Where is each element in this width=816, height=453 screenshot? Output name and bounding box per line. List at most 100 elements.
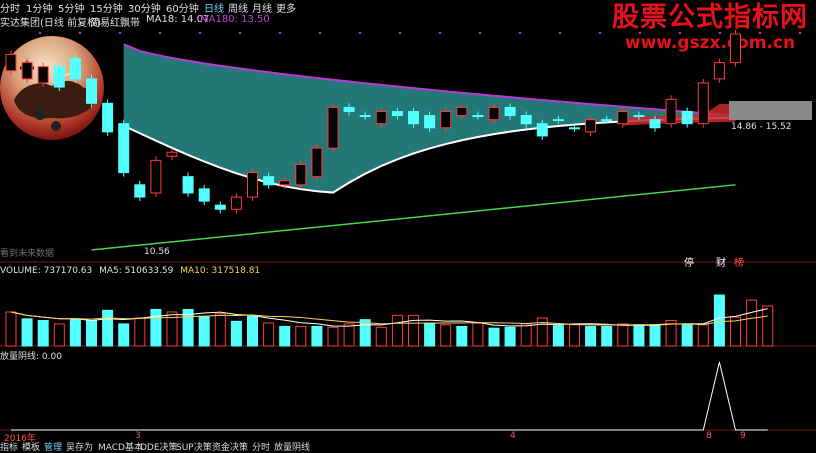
grid-dot: [438, 31, 442, 35]
volume-bar: [520, 323, 532, 347]
volume-bar: [713, 294, 725, 347]
grid-dot: [278, 31, 282, 35]
volume-bar: [279, 325, 291, 347]
volume-label: VOLUME: 737170.63: [0, 266, 93, 276]
volume-bar: [150, 308, 162, 347]
candle: [279, 180, 291, 186]
tab-volume-bear[interactable]: 放量阴线: [274, 440, 310, 453]
candle: [102, 102, 114, 133]
tab-indicator[interactable]: 指标: [0, 440, 18, 453]
volume-bar: [472, 322, 484, 347]
grid-dot: [158, 31, 162, 35]
future-data-label: 看到未来数据: [0, 249, 55, 259]
volume-bar: [697, 324, 709, 347]
candle: [569, 127, 580, 130]
candle: [69, 58, 81, 80]
tab-saveas[interactable]: 吴存为: [66, 440, 93, 453]
candle: [150, 159, 162, 194]
candle: [375, 110, 387, 125]
candle: [343, 106, 355, 112]
volume-bar: [343, 323, 355, 347]
grid-dot: [198, 31, 202, 35]
candle: [86, 78, 97, 104]
volume-bar: [327, 326, 339, 347]
candle: [472, 115, 484, 118]
volume-bar: [762, 305, 774, 347]
grid-dot: [78, 31, 82, 35]
candle: [520, 115, 532, 125]
volume-bar: [214, 313, 226, 347]
grid-dot: [558, 31, 562, 35]
grid-dot: [678, 31, 682, 35]
tab-template[interactable]: 模板: [22, 440, 40, 453]
volume-bar: [247, 315, 258, 347]
volume-bar: [601, 325, 613, 347]
candle: [21, 62, 33, 80]
volume-bar: [263, 322, 275, 347]
side-label-finance[interactable]: 财: [716, 254, 726, 269]
candle: [456, 106, 468, 117]
candle: [713, 62, 725, 80]
grid-dot: [38, 31, 42, 35]
side-label-rank[interactable]: 榜: [734, 254, 744, 269]
candle: [182, 176, 194, 194]
tab-dde[interactable]: DDE决策: [140, 440, 178, 453]
tab-macd[interactable]: MACD基本: [98, 440, 143, 453]
volume-bar: [118, 323, 130, 347]
candle: [617, 110, 629, 125]
grid-dot: [318, 31, 322, 35]
tab-manage[interactable]: 管理: [44, 440, 62, 453]
candle: [359, 115, 371, 118]
volume-bar: [295, 325, 307, 347]
candle: [5, 53, 17, 72]
volume-bar: [359, 319, 371, 347]
candle: [391, 110, 403, 117]
volume-ma10-line: [10, 311, 768, 326]
candle: [408, 110, 419, 125]
volume-bar: [391, 314, 403, 347]
volume-bar: [617, 323, 629, 347]
candle: [681, 110, 693, 125]
candle: [424, 115, 436, 129]
volume-bar: [53, 323, 65, 347]
candle: [134, 184, 146, 198]
volume-bar: [633, 324, 645, 347]
grid-dot: [598, 31, 602, 35]
grid-dot: [758, 31, 762, 35]
grid-dot: [718, 31, 722, 35]
candle: [504, 106, 516, 117]
candle: [440, 110, 452, 129]
candle: [230, 196, 242, 210]
volume-bar: [585, 325, 597, 347]
price-range-box: [729, 101, 812, 120]
candle: [214, 204, 226, 210]
volume-bar: [681, 324, 693, 347]
candle: [730, 33, 741, 64]
side-label-stop[interactable]: 停: [684, 254, 694, 269]
candle: [311, 147, 323, 178]
tab-fund[interactable]: 资金决策: [212, 440, 248, 453]
candle: [118, 123, 130, 174]
candle: [585, 119, 597, 133]
volume-bar: [375, 326, 387, 347]
indicator-panel-label: 放量阴线: 0.00: [0, 352, 62, 362]
tab-fenshi[interactable]: 分时: [252, 440, 270, 453]
volume-bar: [230, 320, 242, 347]
grid-dot: [518, 31, 522, 35]
tab-sup[interactable]: SUP决策: [176, 440, 212, 453]
volume-ma5-label: MA5: 510633.59: [99, 266, 174, 276]
candle: [327, 106, 339, 149]
volume-panel-header: VOLUME: 737170.63 MA5: 510633.59 MA10: 3…: [0, 266, 260, 276]
indicator-tabs: 指标 模板 管理 吴存为 MACD基本 DDE决策 SUP决策 资金决策 分时 …: [0, 440, 816, 453]
volume-ma10-label: MA10: 317518.81: [180, 266, 261, 276]
grid-dot: [358, 31, 362, 35]
volume-bar: [198, 315, 210, 347]
grid-dot: [798, 31, 802, 35]
volume-bar: [37, 320, 49, 347]
volume-bar: [102, 309, 114, 347]
volume-bar: [746, 299, 758, 347]
candle: [488, 106, 500, 121]
volume-bar: [504, 326, 516, 347]
price-range-label: 14.86 - 15.52: [731, 122, 792, 132]
candle: [552, 119, 564, 122]
